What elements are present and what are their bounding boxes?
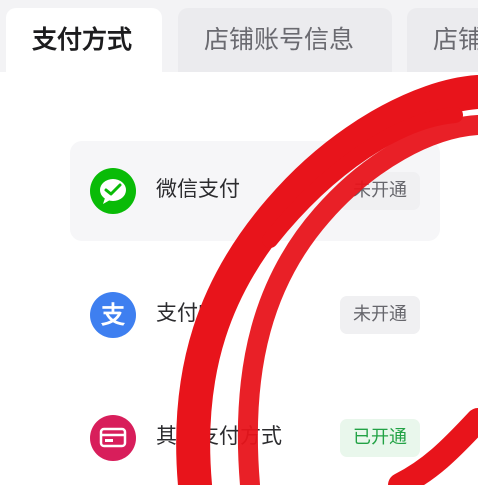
status-badge: 未开通	[340, 296, 420, 334]
tab-store[interactable]: 店铺	[407, 8, 478, 72]
payment-method-label: 支付宝	[156, 301, 219, 325]
wechat-pay-icon	[90, 168, 136, 214]
tab-payment-methods[interactable]: 支付方式	[6, 8, 162, 72]
payment-method-alipay[interactable]: 支 支付宝 未开通	[70, 265, 440, 365]
payment-method-label: 其他支付方式	[156, 424, 282, 448]
other-payment-icon	[90, 415, 136, 461]
payment-method-wechat[interactable]: 微信支付 未开通	[70, 141, 440, 241]
tab-store-account-info[interactable]: 店铺账号信息	[178, 8, 392, 72]
status-badge: 未开通	[340, 172, 420, 210]
status-badge: 已开通	[340, 419, 420, 457]
tab-bar: 支付方式 店铺账号信息 店铺	[0, 0, 478, 72]
payment-method-other[interactable]: 其他支付方式 已开通	[70, 388, 440, 488]
svg-text:支: 支	[101, 301, 126, 329]
alipay-icon: 支	[90, 292, 136, 338]
payment-method-label: 微信支付	[156, 177, 240, 201]
